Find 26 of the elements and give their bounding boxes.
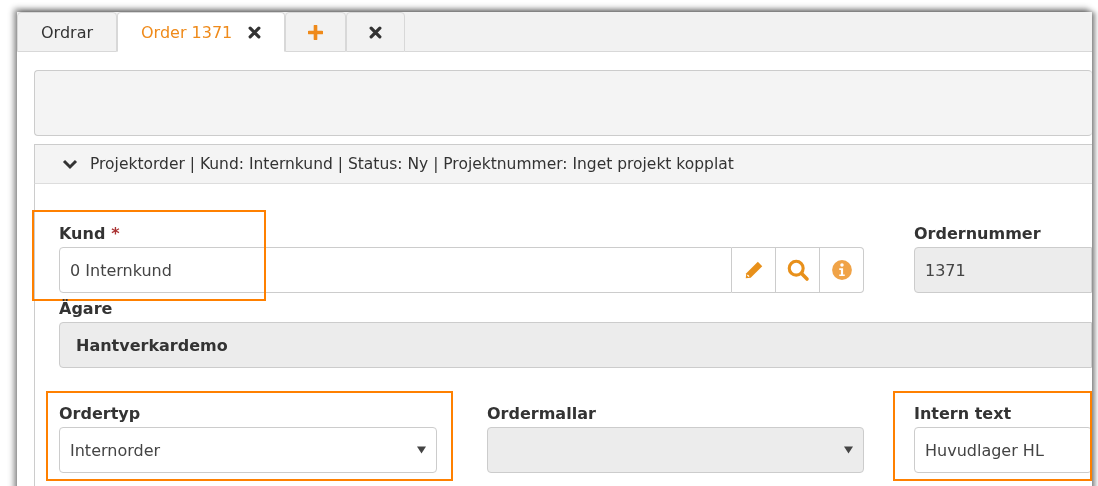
close-icon[interactable]: [248, 25, 262, 39]
field-label: Kund: [59, 224, 106, 243]
customer-field[interactable]: 0 Internkund: [59, 247, 732, 293]
dropdown-arrow-icon: [417, 446, 426, 454]
dropdown[interactable]: Internorder: [59, 427, 437, 473]
tab[interactable]: Ordrar: [17, 12, 117, 52]
required-asterisk: *: [111, 224, 120, 243]
order-summary: Projektorder | Kund: Internkund | Status: Ny | Projektnummer: Inget projekt kopplat: [90, 155, 734, 173]
accordion-header[interactable]: Projektorder | Kund: Internkund | Status: Ny | Projektnummer: Inget projekt kopplat: [34, 144, 1092, 184]
dropdown-arrow-icon: [844, 446, 853, 454]
order-number-field: 1371: [914, 247, 1092, 293]
text-field[interactable]: Huvudlager HL: [914, 427, 1092, 473]
info-button[interactable]: [820, 247, 864, 293]
plus-icon: [308, 24, 324, 40]
info-icon: [830, 259, 853, 281]
search-icon: [785, 258, 810, 282]
edit-button[interactable]: [732, 247, 776, 293]
field-label: Ägare: [59, 299, 113, 318]
field-label: Ordertyp: [59, 404, 141, 423]
search-button[interactable]: [776, 247, 820, 293]
field-label: Intern text: [914, 404, 1012, 423]
field-label: Ordernummer: [914, 224, 1041, 243]
close-icon: [369, 25, 383, 39]
close-all-tab[interactable]: [346, 12, 406, 52]
field-label: Ordermallar: [487, 404, 596, 423]
owner-field: Hantverkardemo: [59, 322, 1092, 368]
